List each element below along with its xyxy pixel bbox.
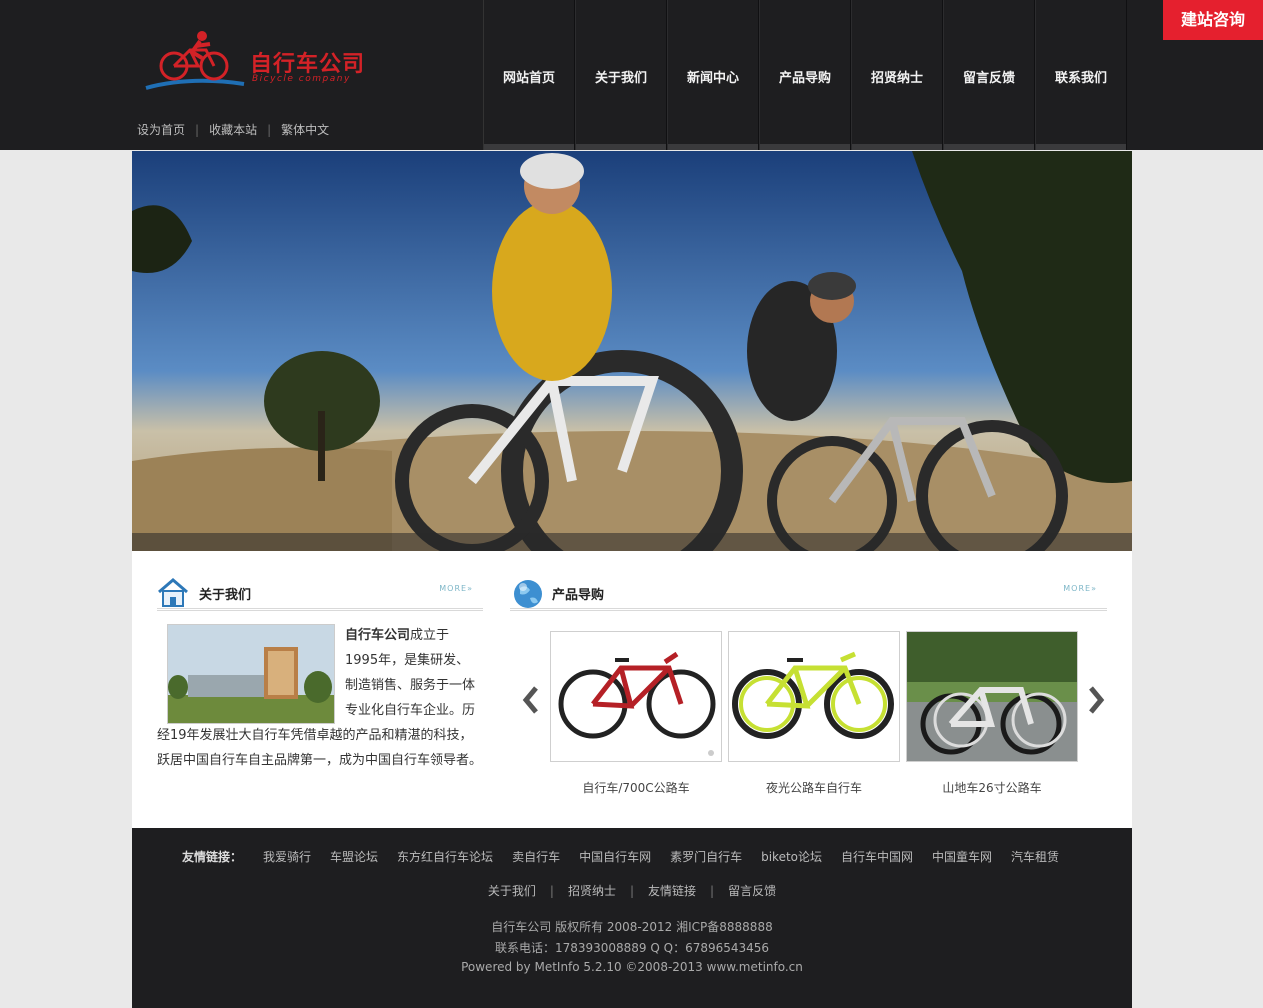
about-more-link[interactable]: MORE» [439,584,473,593]
site-header: 自行车公司 Bicycle company 设为首页 | 收藏本站 | 繁体中文 网站首… [0,0,1263,150]
mountain-bike-photo [907,632,1077,761]
product-name[interactable]: 夜光公路车自行车 [728,779,900,796]
divider: | [267,123,272,137]
about-title: 关于我们 [199,588,252,603]
nav-label: 关于我们 [594,71,647,86]
product-name[interactable]: 山地车26寸公路车 [906,779,1078,796]
footer-nav: 关于我们 | 招贤纳士 | 友情链接 | 留言反馈 [132,882,1132,899]
header-inner: 自行车公司 Bicycle company 设为首页 | 收藏本站 | 繁体中文 网站首… [132,0,1132,150]
nav-label: 招贤纳士 [870,71,923,86]
products-more-link[interactable]: MORE» [1063,584,1097,593]
about-header: 关于我们 MORE» [157,576,483,611]
top-links: 设为首页 | 收藏本站 | 繁体中文 [137,121,329,138]
bicycle-logo-icon [145,31,245,90]
friend-link[interactable]: 素罗门自行车 [670,848,742,865]
products-header: 产品导购 MORE» [510,576,1107,611]
site-footer: 友情链接： 我爱骑行 车盟论坛 东方红自行车论坛 卖自行车 中国自行车网 素罗门… [132,828,1132,1008]
friend-links: 友情链接： 我爱骑行 车盟论坛 东方红自行车论坛 卖自行车 中国自行车网 素罗门… [182,848,1092,865]
cyclists-banner-image [132,151,1132,551]
powered-by-text: Powered by MetInfo 5.2.10 ©2008-2013 www… [461,960,803,974]
nav-label: 留言反馈 [962,71,1015,86]
divider: | [629,884,635,898]
site-logo[interactable]: 自行车公司 Bicycle company [140,28,365,96]
footer-nav-about[interactable]: 关于我们 [488,884,536,898]
logo-subtitle: Bicycle company [252,74,351,84]
nav-bar [1036,144,1126,150]
friend-link[interactable]: 我爱骑行 [263,848,311,865]
nav-item-jobs[interactable]: 招贤纳士 [851,0,943,150]
nav-item-about[interactable]: 关于我们 [575,0,667,150]
nav-bar [760,144,850,150]
product-image[interactable] [728,631,900,762]
footer-nav-jobs[interactable]: 招贤纳士 [568,884,616,898]
friend-link[interactable]: 中国童车网 [932,848,992,865]
text-wrap-spacer [157,623,345,721]
content-area: 关于我们 MORE» 自行车公司成立于1995年，是集研发、制造销售、服务于一体… [132,551,1132,828]
product-card[interactable]: 夜光公路车自行车 [728,631,900,796]
footer-nav-feedback[interactable]: 留言反馈 [728,884,776,898]
nav-label: 产品导购 [778,71,831,86]
friend-link[interactable]: 汽车租赁 [1011,848,1059,865]
hero-banner [132,151,1132,551]
main-nav: 网站首页 关于我们 新闻中心 产品导购 招贤纳士 留言反馈 联系我们 [483,0,1127,150]
friend-link[interactable]: 中国自行车网 [579,848,651,865]
product-card[interactable]: 自行车/700C公路车 [550,631,722,796]
nav-bar [484,144,574,150]
nav-item-contact[interactable]: 联系我们 [1035,0,1127,150]
house-icon [158,578,188,607]
copyright-text: 自行车公司 版权所有 2008-2012 湘ICP备8888888 [491,920,773,934]
nav-bar [944,144,1034,150]
footer-nav-links[interactable]: 友情链接 [648,884,696,898]
nav-bar [576,144,666,150]
nav-label: 新闻中心 [686,71,739,86]
friend-link[interactable]: 自行车中国网 [841,848,913,865]
friend-links-label: 友情链接： [182,850,243,864]
bookmark-link[interactable]: 收藏本站 [209,123,257,137]
contact-text: 联系电话：178393008889 Q Q：67896543456 [494,941,770,955]
neon-bike-photo [732,651,894,739]
globe-icon [514,580,542,608]
product-image[interactable] [550,631,722,762]
friend-link[interactable]: biketo论坛 [761,848,822,865]
friend-link[interactable]: 卖自行车 [512,848,560,865]
nav-item-products[interactable]: 产品导购 [759,0,851,150]
products-title: 产品导购 [552,588,605,603]
friend-link[interactable]: 车盟论坛 [330,848,378,865]
divider: | [195,123,200,137]
nav-item-home[interactable]: 网站首页 [483,0,575,150]
set-homepage-link[interactable]: 设为首页 [137,123,185,137]
nav-item-feedback[interactable]: 留言反馈 [943,0,1035,150]
chevron-left-icon[interactable] [521,685,541,715]
consult-button[interactable]: 建站咨询 [1163,0,1263,40]
about-text: 自行车公司成立于1995年，是集研发、制造销售、服务于一体专业化自行车企业。历经… [157,623,482,773]
nav-label: 联系我们 [1054,71,1107,86]
product-image[interactable] [906,631,1078,762]
product-name[interactable]: 自行车/700C公路车 [550,779,722,796]
nav-label: 网站首页 [502,71,555,86]
friend-link[interactable]: 东方红自行车论坛 [397,848,493,865]
nav-bar [668,144,758,150]
divider: | [549,884,554,898]
product-card[interactable]: 山地车26寸公路车 [906,631,1078,796]
traditional-chinese-link[interactable]: 繁体中文 [281,123,329,137]
road-bike-photo [558,651,716,756]
chevron-right-icon[interactable] [1086,685,1106,715]
nav-item-news[interactable]: 新闻中心 [667,0,759,150]
nav-bar [852,144,942,150]
divider: | [710,884,715,898]
company-name: 自行车公司 [345,628,411,643]
